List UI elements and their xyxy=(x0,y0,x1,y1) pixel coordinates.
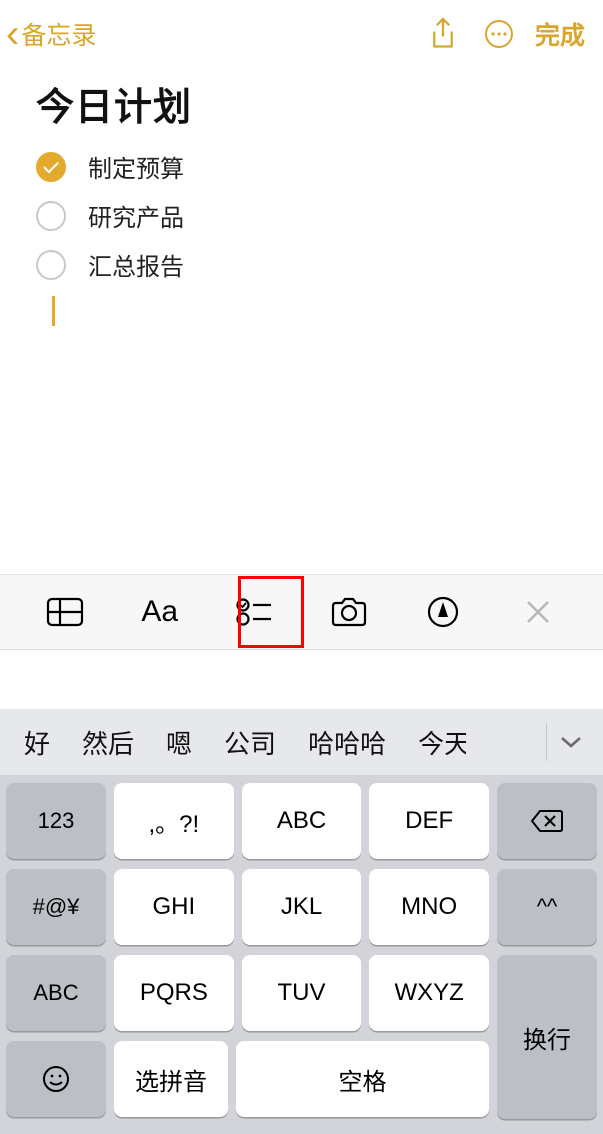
checklist-text[interactable]: 研究产品 xyxy=(88,198,184,233)
separator xyxy=(546,723,547,761)
ellipsis-circle-icon xyxy=(483,18,515,50)
candidate-word[interactable]: 哈哈哈 xyxy=(292,724,402,761)
key-jkl[interactable]: JKL xyxy=(242,869,362,945)
table-icon xyxy=(46,597,84,627)
key-emoji[interactable] xyxy=(6,1041,106,1117)
done-button[interactable]: 完成 xyxy=(527,16,593,52)
checklist-icon xyxy=(235,596,273,628)
checkbox-empty-icon[interactable] xyxy=(36,201,66,231)
markup-icon xyxy=(426,595,460,629)
chevron-left-icon: ‹ xyxy=(6,14,19,54)
key-mno[interactable]: MNO xyxy=(369,869,489,945)
nav-header: ‹ 备忘录 完成 xyxy=(0,0,603,68)
close-icon xyxy=(525,599,551,625)
note-title[interactable]: 今日计划 xyxy=(36,76,567,131)
candidate-bar: 好 然后 嗯 公司 哈哈哈 今天 xyxy=(0,709,603,775)
candidate-word[interactable]: 公司 xyxy=(208,724,292,761)
key-space[interactable]: 空格 xyxy=(236,1041,489,1117)
key-delete[interactable] xyxy=(497,783,597,859)
share-button[interactable] xyxy=(415,16,471,52)
candidate-word[interactable]: 今天 xyxy=(402,724,466,761)
markup-button[interactable] xyxy=(411,585,475,639)
candidate-word[interactable]: 好 xyxy=(8,724,66,761)
key-wxyz[interactable]: WXYZ xyxy=(369,955,489,1031)
checklist-item[interactable]: 制定预算 xyxy=(36,149,567,184)
text-cursor xyxy=(52,296,55,326)
back-label: 备忘录 xyxy=(21,16,96,52)
table-button[interactable] xyxy=(33,585,97,639)
candidate-word[interactable]: 然后 xyxy=(66,724,150,761)
key-symbols[interactable]: #@¥ xyxy=(6,869,106,945)
checkbox-empty-icon[interactable] xyxy=(36,250,66,280)
share-icon xyxy=(428,16,458,52)
checkbox-checked-icon[interactable] xyxy=(36,152,66,182)
key-abc[interactable]: ABC xyxy=(242,783,362,859)
key-return[interactable]: 换行 xyxy=(497,955,597,1119)
checklist-text[interactable]: 汇总报告 xyxy=(88,247,184,282)
key-def[interactable]: DEF xyxy=(369,783,489,859)
close-toolbar-button[interactable] xyxy=(506,585,570,639)
key-pinyin[interactable]: 选拼音 xyxy=(114,1041,228,1117)
checklist-text[interactable]: 制定预算 xyxy=(88,149,184,184)
candidate-word[interactable]: 嗯 xyxy=(150,724,208,761)
more-button[interactable] xyxy=(471,18,527,50)
note-body[interactable]: 今日计划 制定预算 研究产品 汇总报告 xyxy=(0,68,603,326)
key-punct[interactable]: ,。?! xyxy=(114,783,234,859)
delete-icon xyxy=(530,809,564,833)
checklist-item[interactable]: 研究产品 xyxy=(36,198,567,233)
camera-button[interactable] xyxy=(317,585,381,639)
key-abc-mode[interactable]: ABC xyxy=(6,955,106,1031)
keyboard: 123 ,。?! ABC DEF #@¥ GHI JKL MNO ^^ ABC xyxy=(0,775,603,1134)
camera-icon xyxy=(329,596,369,628)
key-123[interactable]: 123 xyxy=(6,783,106,859)
back-button[interactable]: ‹ 备忘录 xyxy=(6,14,96,54)
text-style-button[interactable]: Aa xyxy=(128,585,192,639)
key-pqrs[interactable]: PQRS xyxy=(114,955,234,1031)
key-ghi[interactable]: GHI xyxy=(114,869,234,945)
format-toolbar: Aa xyxy=(0,574,603,650)
key-face[interactable]: ^^ xyxy=(497,869,597,945)
chevron-down-icon xyxy=(559,735,583,749)
checklist-button[interactable] xyxy=(222,585,286,639)
emoji-icon xyxy=(41,1064,71,1094)
checklist-item[interactable]: 汇总报告 xyxy=(36,247,567,282)
key-tuv[interactable]: TUV xyxy=(242,955,362,1031)
expand-candidates-button[interactable] xyxy=(547,735,595,749)
